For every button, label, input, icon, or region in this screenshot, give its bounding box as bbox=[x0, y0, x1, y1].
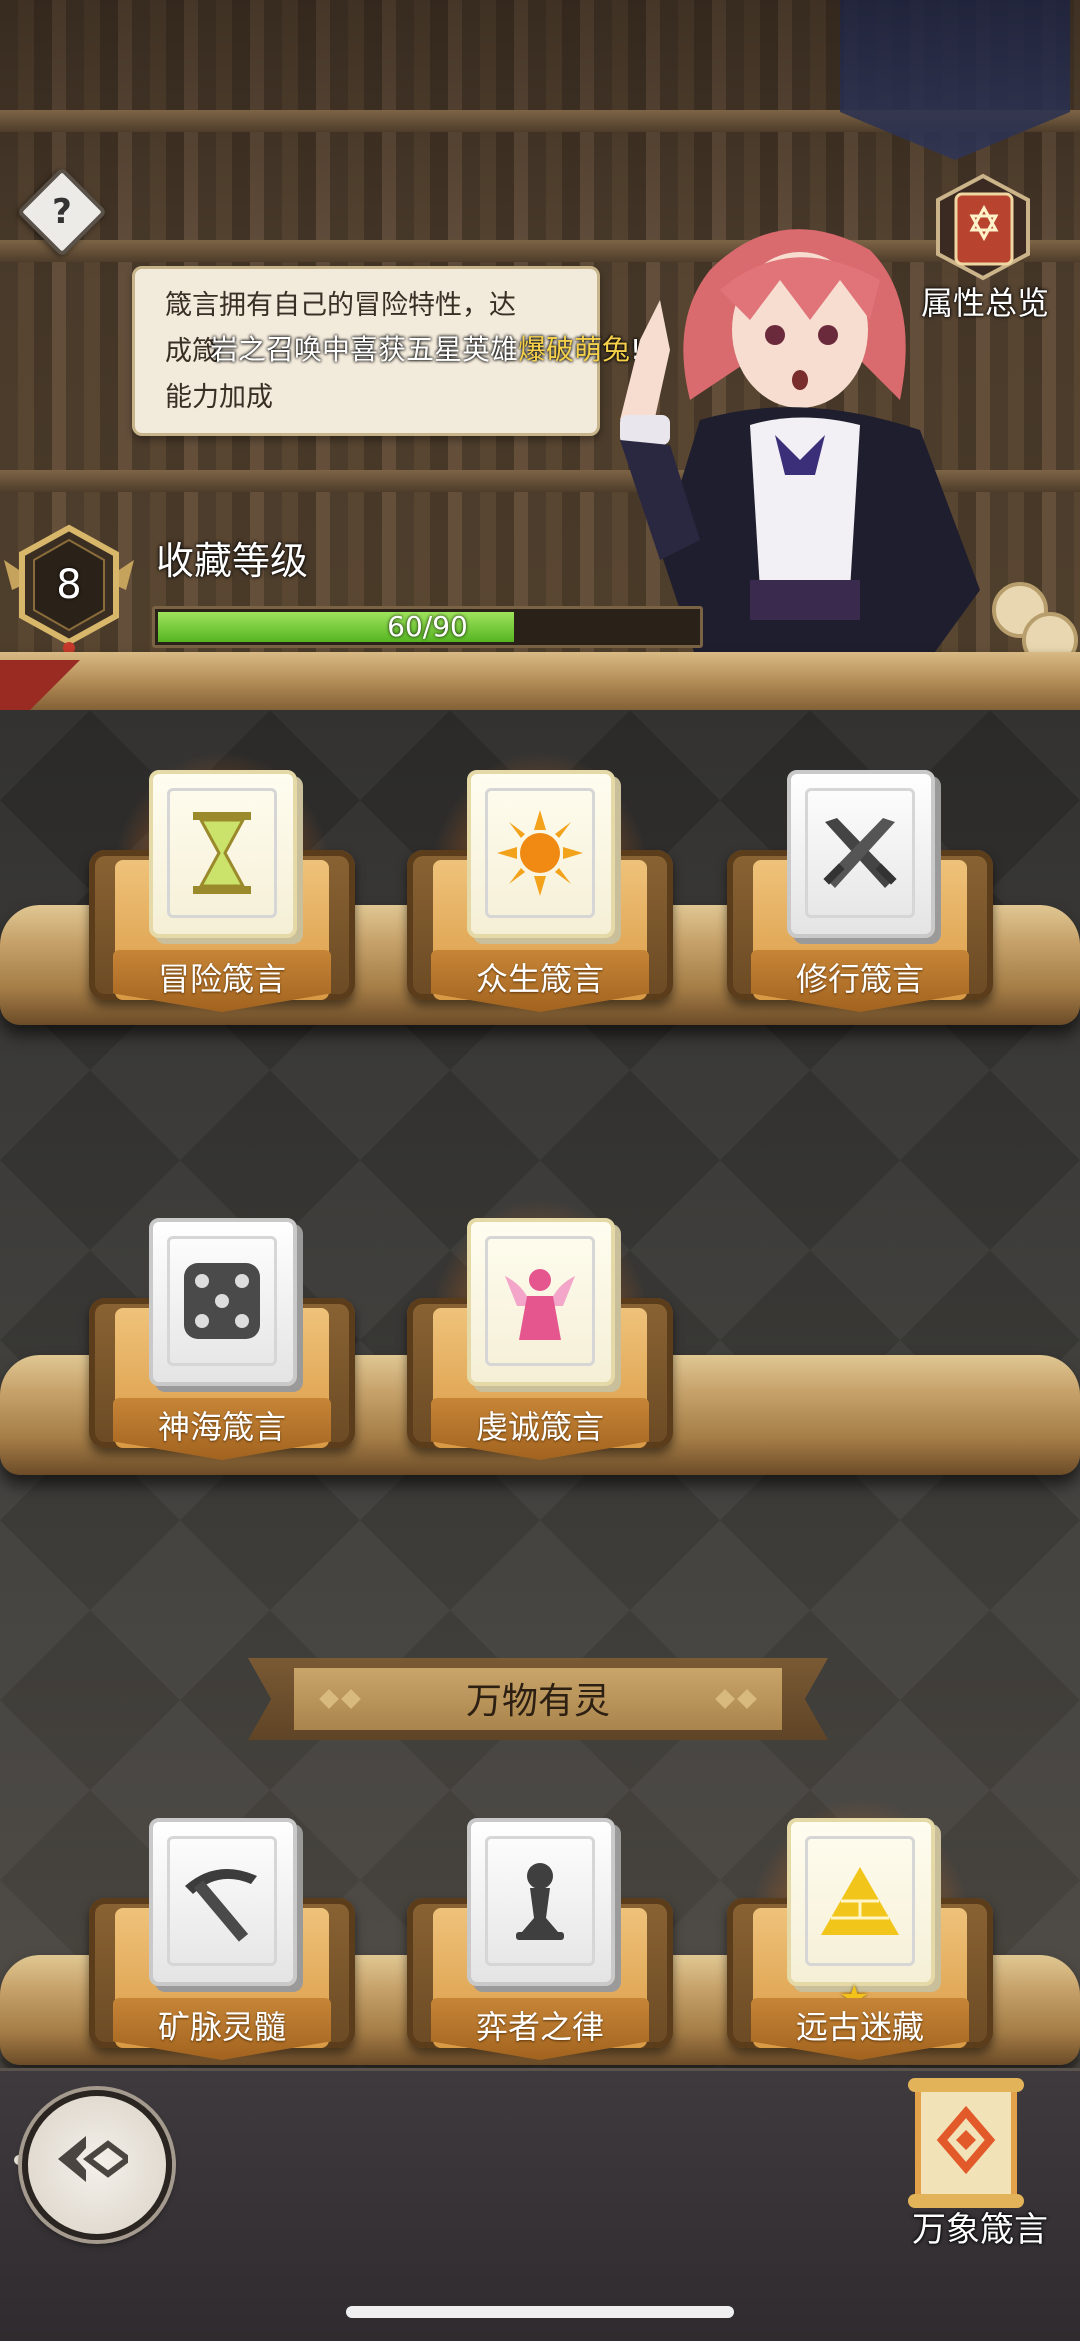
card-ancient-mystery[interactable]: ★ 远古迷藏 bbox=[727, 1798, 993, 2078]
maxim-book bbox=[467, 1818, 615, 1986]
maxim-book bbox=[467, 1218, 615, 1386]
angel-icon bbox=[505, 1269, 575, 1340]
dice-icon bbox=[184, 1263, 260, 1339]
book-inner bbox=[167, 1236, 277, 1366]
book-inner bbox=[805, 788, 915, 918]
card-divine-sea-maxim[interactable]: 神海箴言 bbox=[89, 1218, 355, 1478]
maxim-book bbox=[149, 1218, 297, 1386]
card-adventure-maxim[interactable]: 冒险箴言 bbox=[89, 750, 355, 1030]
collection-level-label: 收藏等级 bbox=[156, 539, 309, 583]
card-label: 众生箴言 bbox=[475, 960, 604, 998]
sun-icon bbox=[497, 810, 583, 896]
section-title: 万物有灵 bbox=[465, 1681, 610, 1722]
home-indicator bbox=[346, 2306, 734, 2318]
card-label: 修行箴言 bbox=[795, 960, 924, 998]
collection-progress-bar: 60/90 bbox=[152, 606, 703, 648]
card-all-beings-maxim[interactable]: 众生箴言 bbox=[407, 750, 673, 1030]
back-button[interactable] bbox=[22, 2090, 172, 2240]
card-ore-essence[interactable]: 矿脉灵髓 bbox=[89, 1818, 355, 2078]
wanxiang-maxim-label[interactable]: 万象箴言 bbox=[880, 2202, 1080, 2251]
hourglass-icon bbox=[193, 812, 251, 894]
maxim-book bbox=[149, 1818, 297, 1986]
level-number: 8 bbox=[56, 562, 82, 608]
card-cultivation-maxim[interactable]: 修行箴言 bbox=[727, 770, 993, 1030]
pickaxe-icon bbox=[185, 1868, 257, 1942]
crossed-swords-icon bbox=[823, 818, 897, 888]
card-label: 神海箴言 bbox=[157, 1408, 286, 1446]
pyramid-icon bbox=[821, 1867, 899, 1935]
card-label: 弈者之律 bbox=[475, 2008, 604, 2046]
progress-text: 60/90 bbox=[387, 610, 468, 643]
book-inner bbox=[167, 788, 277, 918]
maxim-book bbox=[787, 1818, 935, 1986]
card-player-law[interactable]: 弈者之律 bbox=[407, 1818, 673, 2078]
maxim-book bbox=[149, 770, 297, 938]
card-label: 远古迷藏 bbox=[795, 2008, 924, 2046]
card-label: 矿脉灵髓 bbox=[157, 2008, 286, 2046]
book-inner bbox=[485, 1836, 595, 1966]
book-inner bbox=[805, 1836, 915, 1966]
card-piety-maxim[interactable]: 虔诚箴言 bbox=[407, 1198, 673, 1478]
maxim-book bbox=[467, 770, 615, 938]
game-screen: ? 属性总览 箴言拥有自己的冒险特性，达 成箴 能力加成 岩之召唤中喜获五星英雄… bbox=[0, 0, 1080, 2341]
card-label: 冒险箴言 bbox=[157, 960, 286, 998]
announcement-marquee: 岩之召唤中喜获五星英雄爆破萌兔! bbox=[210, 328, 641, 368]
book-inner bbox=[485, 1236, 595, 1366]
card-label: 虔诚箴言 bbox=[475, 1408, 604, 1446]
tooltip-line-1: 箴言拥有自己的冒险特性，达 bbox=[165, 290, 516, 321]
tooltip-line-3: 能力加成 bbox=[165, 382, 273, 413]
marquee-prefix: 岩之召唤中喜获五星英雄 bbox=[210, 333, 519, 366]
book-inner bbox=[485, 788, 595, 918]
question-icon: ? bbox=[52, 192, 72, 232]
wooden-rail bbox=[0, 652, 1080, 712]
maxim-book bbox=[787, 770, 935, 938]
chess-pawn-icon bbox=[516, 1863, 564, 1940]
book-inner bbox=[167, 1836, 277, 1966]
wanxiang-scroll-icon[interactable] bbox=[890, 2072, 1040, 2222]
section-banner: 万物有灵 bbox=[248, 1658, 828, 1740]
back-arrow-icon bbox=[58, 2136, 128, 2182]
